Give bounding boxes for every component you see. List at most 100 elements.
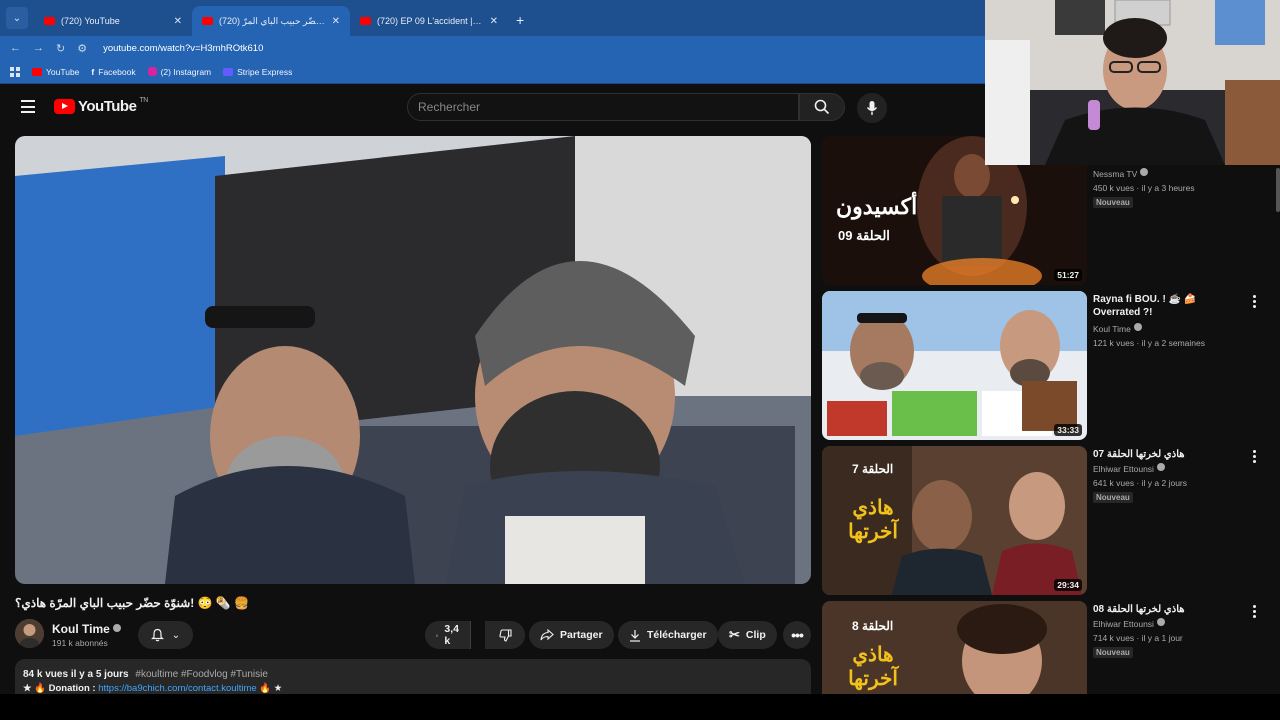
verified-icon bbox=[1140, 168, 1149, 176]
bookmark-stripe[interactable]: Stripe Express bbox=[223, 67, 292, 77]
share-icon bbox=[540, 629, 554, 641]
download-button[interactable]: Télécharger bbox=[618, 621, 718, 649]
menu-icon[interactable] bbox=[21, 100, 35, 117]
youtube-logo[interactable]: YouTube TN bbox=[54, 97, 148, 115]
donation-link[interactable]: https://ba9chich.com/contact.koultime bbox=[98, 683, 256, 694]
site-info-icon[interactable]: ⚙ bbox=[77, 42, 87, 55]
channel-name[interactable]: Koul Time bbox=[52, 622, 121, 636]
share-button[interactable]: Partager bbox=[529, 621, 614, 649]
microphone-icon bbox=[866, 101, 878, 115]
chevron-down-icon: ⌄ bbox=[12, 12, 22, 24]
video-thumbnail[interactable]: الحلقة 8 هاذي آخرتها bbox=[822, 601, 1087, 694]
video-player[interactable] bbox=[15, 136, 811, 584]
webcam-overlay bbox=[985, 0, 1280, 165]
tab-title: (720) YouTube bbox=[61, 16, 120, 26]
browser-tab[interactable]: (720) EP 09 L'accident | أكسيدون ✕ bbox=[350, 6, 508, 36]
more-options-icon[interactable] bbox=[1253, 605, 1256, 620]
subscriber-count: 191 k abonnés bbox=[52, 638, 108, 648]
facebook-icon: f bbox=[91, 66, 95, 77]
rec-channel-text: Elhiwar Ettounsi bbox=[1093, 619, 1154, 629]
recommendation-item[interactable]: الحلقة 8 هاذي آخرتها هاذي لخرتها الحلقة … bbox=[822, 601, 1262, 694]
donation-emoji: 🔥 ★ bbox=[259, 683, 283, 694]
close-tab-icon[interactable]: ✕ bbox=[490, 16, 498, 27]
rec-meta: 121 k vues · il y a 2 semaines bbox=[1093, 338, 1205, 348]
like-count: 3,4 k bbox=[444, 623, 459, 647]
channel-name-text: Koul Time bbox=[52, 622, 110, 636]
rec-meta: 641 k vues · il y a 2 jours bbox=[1093, 478, 1188, 488]
new-badge: Nouveau bbox=[1093, 197, 1133, 208]
thumbnail-title: هاذي آخرتها bbox=[848, 497, 898, 543]
voice-search-button[interactable] bbox=[857, 93, 887, 123]
scissors-icon: ✂ bbox=[729, 627, 740, 642]
dislike-button[interactable] bbox=[485, 621, 525, 649]
thumbnail-episode: الحلقة 7 bbox=[852, 462, 894, 476]
more-actions-button[interactable]: ••• bbox=[783, 621, 811, 649]
address-bar-row: ← → ↻ ⚙ youtube.com/watch?v=H3mhROtk610 bbox=[0, 36, 985, 60]
tab-search-button[interactable]: ⌄ bbox=[6, 7, 28, 29]
search-button[interactable] bbox=[799, 93, 845, 121]
close-tab-icon[interactable]: ✕ bbox=[332, 16, 340, 27]
bookmark-instagram[interactable]: (2) Instagram bbox=[147, 67, 211, 77]
browser-tab[interactable]: (720) YouTube ✕ bbox=[34, 6, 192, 36]
verified-icon bbox=[1156, 618, 1165, 626]
rec-title[interactable]: هاذي لخرتها الحلقة 07 bbox=[1093, 448, 1243, 461]
more-options-icon[interactable] bbox=[1253, 450, 1256, 465]
thumbnail-episode: الحلقة 8 bbox=[852, 619, 894, 633]
rec-channel[interactable]: Nessma TV bbox=[1093, 168, 1149, 179]
video-thumbnail[interactable]: 33:33 bbox=[822, 291, 1087, 440]
rec-title[interactable]: Rayna fi BOU. ! ☕ 🍰 Overrated ?! bbox=[1093, 293, 1243, 319]
youtube-icon bbox=[32, 67, 42, 76]
browser-tab-active[interactable]: (720) شنوّة حضّر حبيب الباي المرّ ✕ bbox=[192, 6, 350, 36]
webcam-image bbox=[985, 0, 1280, 165]
bookmark-facebook[interactable]: f Facebook bbox=[91, 67, 135, 77]
url-field[interactable]: youtube.com/watch?v=H3mhROtk610 bbox=[103, 43, 263, 54]
thumbnail-title: أكسيدون bbox=[836, 194, 918, 219]
youtube-favicon-icon bbox=[202, 17, 213, 25]
thumbs-up-icon bbox=[436, 633, 439, 637]
bell-icon bbox=[150, 628, 164, 642]
rec-meta: 450 k vues · il y a 3 heures bbox=[1093, 183, 1195, 193]
rec-channel-text: Elhiwar Ettounsi bbox=[1093, 464, 1154, 474]
download-icon bbox=[630, 629, 640, 642]
forward-icon[interactable]: → bbox=[33, 42, 44, 54]
close-tab-icon[interactable]: ✕ bbox=[174, 16, 182, 27]
rec-title[interactable]: هاذي لخرتها الحلقة 08 bbox=[1093, 603, 1243, 616]
video-duration: 33:33 bbox=[1054, 424, 1082, 436]
search-input[interactable]: Rechercher bbox=[407, 93, 799, 121]
channel-avatar[interactable] bbox=[15, 619, 44, 648]
avatar-image bbox=[15, 619, 44, 648]
more-options-icon[interactable] bbox=[1253, 295, 1256, 310]
new-badge: Nouveau bbox=[1093, 647, 1133, 658]
notification-bell-button[interactable]: ⌄ bbox=[138, 621, 193, 649]
browser-tab-strip: ⌄ (720) YouTube ✕ (720) شنوّة حضّر حبيب … bbox=[0, 0, 985, 36]
video-duration: 29:34 bbox=[1054, 579, 1082, 591]
rec-channel[interactable]: Elhiwar Ettounsi bbox=[1093, 463, 1165, 474]
video-thumbnail[interactable]: الحلقة 7 هاذي آخرتها 29:34 bbox=[822, 446, 1087, 595]
bookmark-label: Stripe Express bbox=[237, 66, 293, 77]
like-button[interactable]: 3,4 k bbox=[425, 621, 471, 649]
rec-channel[interactable]: Elhiwar Ettounsi bbox=[1093, 618, 1165, 629]
stripe-icon bbox=[223, 67, 234, 76]
search-icon bbox=[814, 99, 830, 115]
bookmark-youtube[interactable]: YouTube bbox=[32, 67, 79, 77]
video-duration: 51:27 bbox=[1054, 269, 1082, 281]
logo-text: YouTube bbox=[78, 98, 137, 115]
reload-icon[interactable]: ↻ bbox=[56, 42, 65, 55]
recommendation-item[interactable]: الحلقة 7 هاذي آخرتها 29:34 هاذي لخرتها ا… bbox=[822, 446, 1262, 595]
hashtags[interactable]: #koultime #Foodvlog #Tunisie bbox=[135, 669, 267, 680]
youtube-favicon-icon bbox=[360, 17, 371, 25]
youtube-favicon-icon bbox=[44, 17, 55, 25]
scrollbar[interactable] bbox=[1276, 168, 1280, 212]
bookmark-label: Facebook bbox=[98, 66, 136, 77]
new-tab-button[interactable]: + bbox=[516, 12, 524, 28]
apps-grid-icon[interactable] bbox=[10, 66, 20, 77]
clip-button[interactable]: ✂ Clip bbox=[718, 621, 777, 649]
back-icon[interactable]: ← bbox=[10, 42, 21, 54]
recommendation-item[interactable]: 33:33 Rayna fi BOU. ! ☕ 🍰 Overrated ?! K… bbox=[822, 291, 1262, 440]
description-box[interactable]: 84 k vues il y a 5 jours #koultime #Food… bbox=[15, 659, 811, 699]
share-label: Partager bbox=[560, 629, 603, 641]
logo-country: TN bbox=[139, 97, 148, 104]
tab-title: (720) EP 09 L'accident | أكسيدون bbox=[377, 15, 484, 26]
verified-icon bbox=[1156, 463, 1165, 471]
rec-channel[interactable]: Koul Time bbox=[1093, 323, 1142, 334]
